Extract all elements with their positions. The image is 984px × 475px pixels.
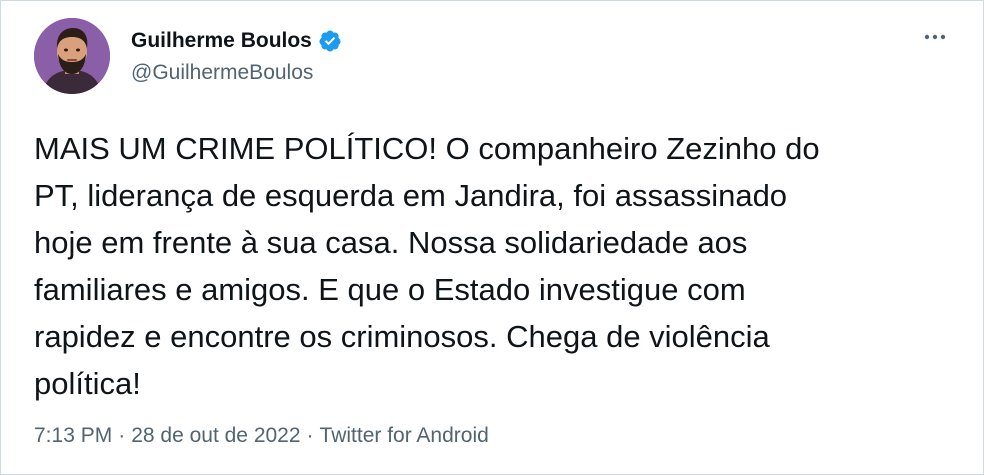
author-handle[interactable]: @GuilhermeBoulos [131,61,313,85]
author-row: Guilherme Boulos [131,27,342,55]
more-options-icon [924,34,946,40]
author-name[interactable]: Guilherme Boulos [131,29,312,53]
tweet-date[interactable]: 28 de out de 2022 [131,424,300,447]
tweet-meta: 7:13 PM · 28 de out de 2022 · Twitter for An… [34,424,489,448]
tweet-card: Guilherme Boulos @GuilhermeBoulos MAIS U… [0,0,984,475]
meta-separator: · [118,424,126,447]
tweet-text: MAIS UM CRIME POLÍTICO! O companheiro Ze… [34,131,820,401]
more-options-button[interactable] [917,25,953,49]
meta-separator: · [306,424,314,447]
avatar[interactable] [34,18,110,94]
verified-badge-icon [318,29,342,53]
tweet-time[interactable]: 7:13 PM [34,424,112,447]
tweet-source[interactable]: Twitter for Android [320,424,489,447]
avatar-portrait-icon [34,18,110,94]
